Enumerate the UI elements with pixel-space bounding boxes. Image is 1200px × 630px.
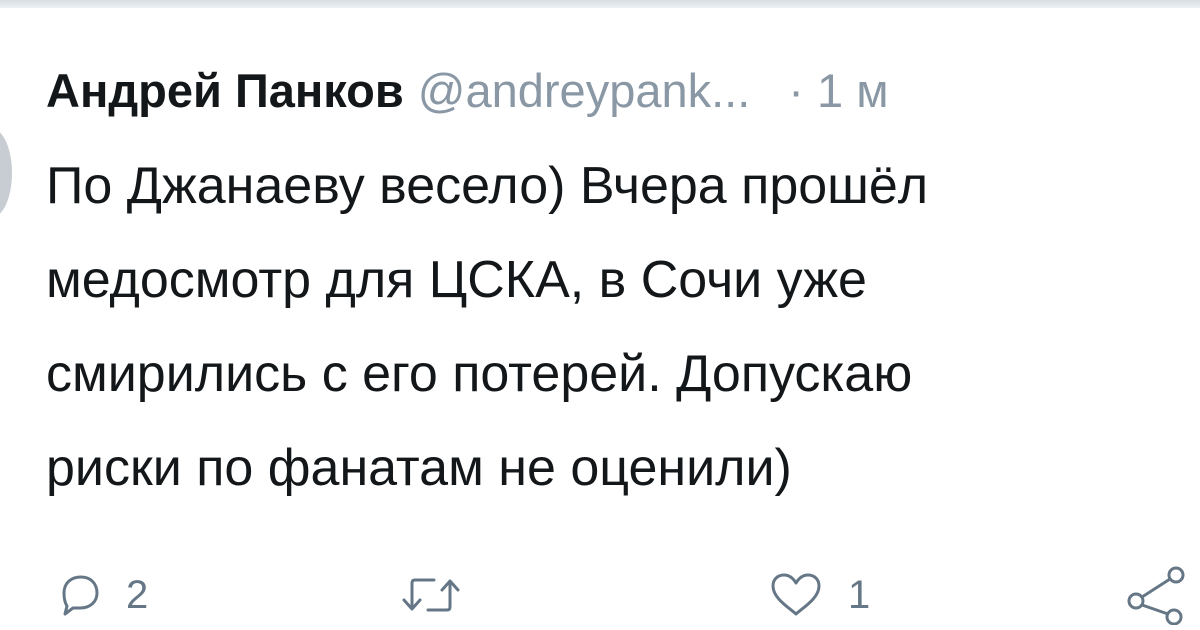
tweet-text-line: смирились с его потерей. Допускаю (46, 345, 913, 403)
tweet-text-line: риски по фанатам не оценили) (46, 439, 792, 497)
reply-count: 2 (126, 572, 149, 617)
tweet-text-line: По Джанаеву весело) Вчера прошёл (46, 157, 929, 215)
retweet-icon (402, 578, 460, 612)
tweet-text: По Джанаеву весело) Вчера прошёл медосмо… (46, 139, 1200, 515)
reply-icon (62, 575, 99, 616)
author-handle[interactable]: @andreypank... (418, 64, 751, 117)
reply-button[interactable]: 2 (56, 560, 148, 630)
tweet-timestamp[interactable]: · 1 м (788, 64, 888, 117)
share-button[interactable] (1124, 560, 1188, 630)
tweet-header: Андрей Панков @andreypank... · 1 м (46, 58, 889, 124)
like-count: 1 (848, 572, 871, 617)
retweet-button[interactable] (400, 560, 486, 630)
author-name[interactable]: Андрей Панков (46, 64, 404, 117)
tweet-card[interactable]: Андрей Панков @andreypank... · 1 м По Джан… (0, 0, 1200, 630)
heart-icon (771, 573, 821, 616)
share-icon (1127, 566, 1185, 625)
tweet-text-line: медосмотр для ЦСКА, в Сочи уже (46, 251, 867, 309)
like-button[interactable]: 1 (768, 560, 870, 630)
tweet-actions: 2 1 (0, 560, 1200, 630)
